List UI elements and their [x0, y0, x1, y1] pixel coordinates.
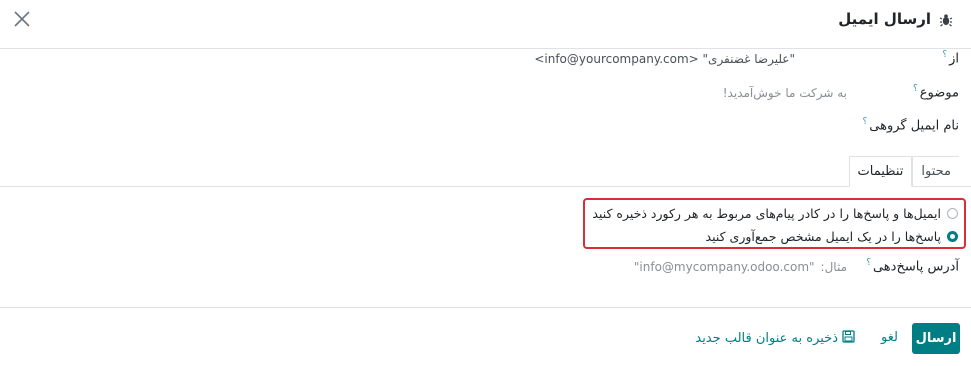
- mass-mailing-name-label: نام ایمیل گروهی؟: [862, 117, 959, 134]
- help-icon[interactable]: ؟: [866, 258, 871, 268]
- dialog-title: ارسال ایمیل: [838, 10, 931, 28]
- from-label: از؟: [942, 50, 959, 67]
- header-divider: [0, 48, 971, 49]
- tab-content[interactable]: محتوا: [912, 156, 959, 186]
- tabs-divider: [0, 186, 971, 187]
- radio-label: پاسخ‌ها را در یک ایمیل مشخص جمع‌آوری کنی…: [705, 229, 941, 244]
- help-icon[interactable]: ؟: [913, 84, 918, 94]
- subject-label: موضوع؟: [913, 84, 959, 101]
- footer-divider: [0, 307, 971, 308]
- from-value[interactable]: "علیرضا غضنفری" <info@yourcompany.com>: [534, 52, 795, 66]
- notebook-tabs: محتوا تنظیمات: [848, 156, 959, 187]
- radio-option-collect-replies[interactable]: پاسخ‌ها را در یک ایمیل مشخص جمع‌آوری کنی…: [706, 229, 958, 244]
- radio-button[interactable]: [947, 208, 958, 219]
- subject-input[interactable]: به شرکت ما خوش‌آمدید!: [723, 86, 847, 100]
- radio-label: ایمیل‌ها و پاسخ‌ها را در کادر پیام‌های م…: [592, 206, 941, 221]
- reply-to-label: آدرس پاسخ‌دهی؟: [866, 258, 959, 275]
- floppy-disk-icon: [842, 330, 855, 347]
- close-icon[interactable]: [12, 9, 32, 29]
- tab-settings[interactable]: تنظیمات: [848, 156, 913, 187]
- save-as-template-button[interactable]: ذخیره به عنوان قالب جدید: [695, 330, 855, 347]
- dialog-header: ارسال ایمیل: [838, 8, 953, 30]
- send-button[interactable]: ارسال: [912, 323, 960, 354]
- bug-icon: [939, 12, 953, 27]
- reply-to-input[interactable]: مثال: "info@mycompany.odoo.com": [634, 260, 847, 274]
- help-icon[interactable]: ؟: [862, 117, 867, 127]
- radio-button[interactable]: [947, 231, 958, 242]
- help-icon[interactable]: ؟: [942, 50, 947, 60]
- radio-option-log-on-record[interactable]: ایمیل‌ها و پاسخ‌ها را در کادر پیام‌های م…: [592, 206, 958, 221]
- cancel-button[interactable]: لغو: [881, 330, 898, 345]
